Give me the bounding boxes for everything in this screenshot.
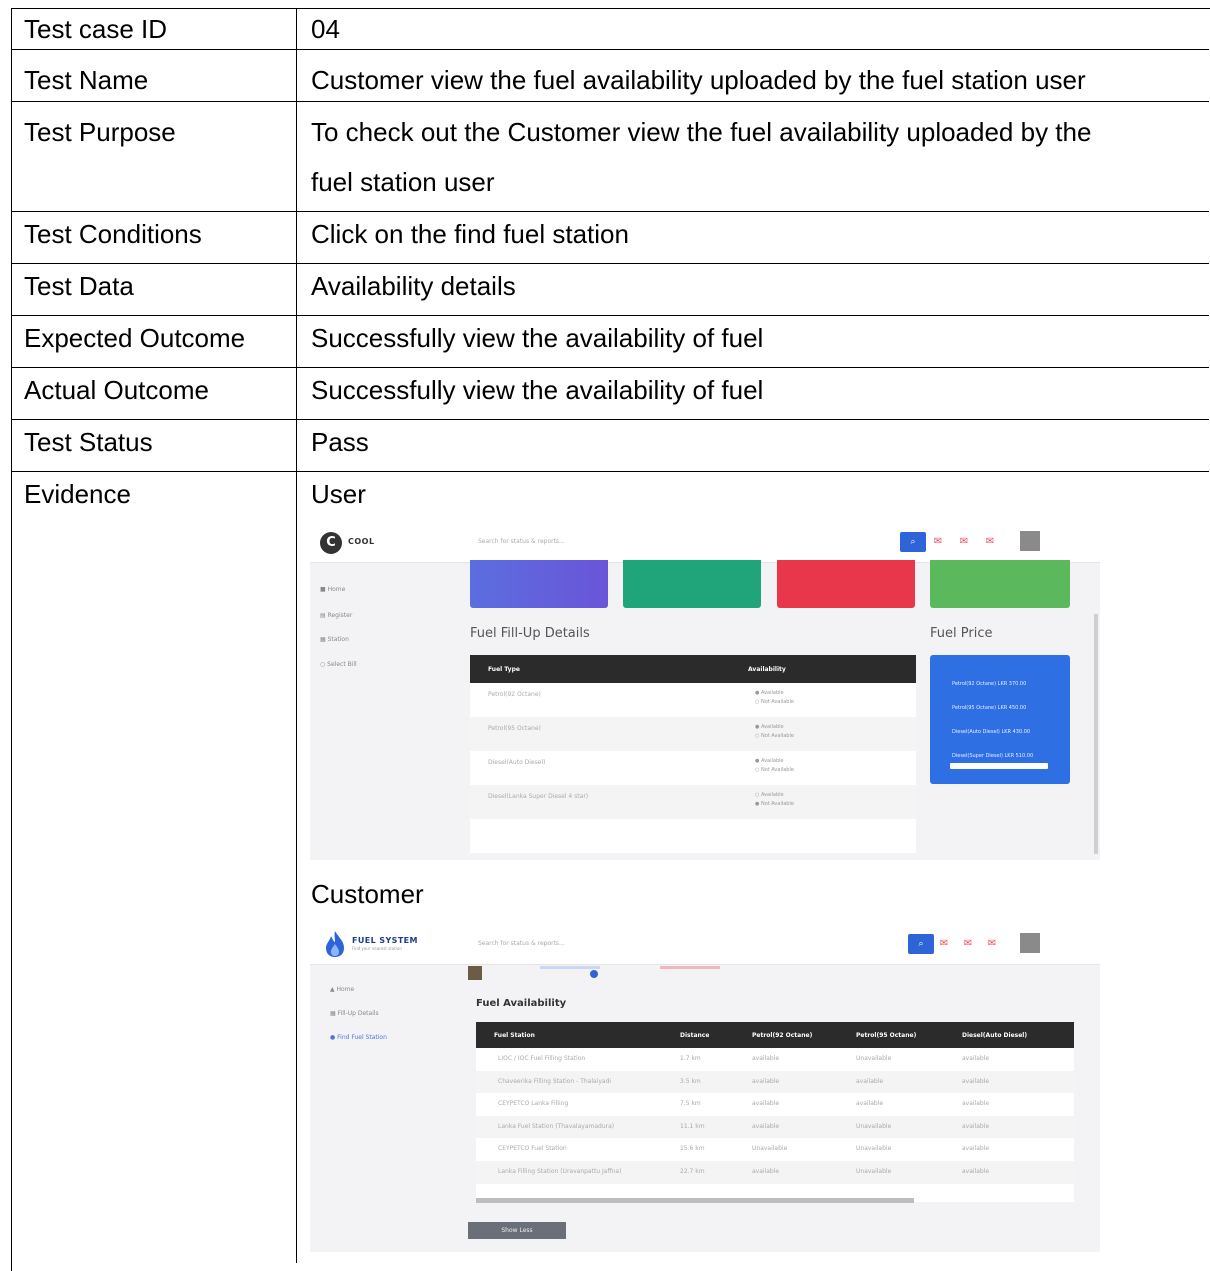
table-row: Lanka Filling Station (Uravanpattu Jaffn… [476, 1161, 1074, 1184]
sidebar-item-bill[interactable]: ○ Select Bill [320, 661, 357, 668]
row-divider [11, 49, 1209, 50]
fill-up-table: Fuel Type Availability Petrol(92 Octane)… [470, 655, 916, 853]
fuel-availability-title: Fuel Availability [476, 998, 567, 1009]
label-test-data: Test Data [24, 271, 134, 301]
search-icon: ⌕ [910, 537, 916, 547]
sidebar-item-home[interactable]: ■ Home [320, 586, 345, 593]
label-test-status: Test Status [24, 427, 153, 457]
value-expected-outcome: Successfully view the availability of fu… [311, 323, 764, 353]
radio-available[interactable]: ● Available [755, 690, 784, 696]
table-row: Diesel(Auto Diesel) ● Available ○ Not Av… [488, 758, 794, 773]
price-line: Petrol(95 Octane) LKR 450.00 [952, 705, 1027, 711]
table-header: Fuel Station Distance Petrol(92 Octane) … [476, 1022, 1074, 1048]
radio-not-available[interactable]: ○ Not Available [755, 767, 794, 773]
row-divider [11, 101, 1209, 102]
table-row: LIOC / IOC Fuel Filling Station 1.7 km ava… [498, 1055, 990, 1062]
app-logo: FUEL SYSTEM [352, 936, 418, 945]
radio-not-available[interactable]: ○ Not Available [755, 699, 794, 705]
search-input[interactable]: Search for status & reports... [470, 532, 898, 552]
sidebar-item-station[interactable]: ▦ Station [320, 636, 349, 643]
logo-icon: C [320, 532, 342, 554]
table-row: CEYPETCO Lanka Filling 7.5 km available ava… [498, 1100, 990, 1108]
alert-icon[interactable]: ✉ [986, 938, 998, 950]
stat-card-green [623, 560, 761, 608]
value-evidence-user: User [311, 479, 366, 509]
radio-not-available[interactable]: ● Not Available [755, 801, 794, 807]
table-row: Lanka Fuel Station (Thavalayamadura) 11.1… [476, 1115, 1074, 1139]
fuel-price-title: Fuel Price [930, 626, 993, 641]
price-line: Diesel(Auto Diesel) LKR 430.00 [952, 729, 1031, 735]
row-divider [11, 263, 1209, 264]
row-divider [11, 419, 1209, 420]
value-test-conditions: Click on the find fuel station [311, 219, 629, 249]
row-divider [11, 367, 1209, 368]
value-test-name: Customer view the fuel availability uplo… [311, 65, 1086, 95]
value-evidence-customer: Customer [311, 879, 424, 909]
value-test-data: Availability details [311, 271, 516, 301]
search-input[interactable]: Search for status & reports... [470, 934, 908, 954]
stat-card-red [777, 560, 915, 608]
table-row: Petrol(92 Octane) ● Available ○ Not Avai… [488, 690, 794, 705]
price-line: Diesel(Super Diesel) LKR 510.00 [952, 753, 1034, 759]
show-less-button[interactable]: Show Less [468, 1222, 566, 1239]
row-divider [11, 315, 1209, 316]
radio-available[interactable]: ● Available [755, 724, 784, 730]
label-test-conditions: Test Conditions [24, 219, 202, 249]
price-update-button[interactable] [950, 763, 1048, 769]
map-pin-icon[interactable] [590, 970, 598, 978]
flame-logo-icon [326, 931, 344, 957]
table-row: Chaveerika Filling Station - Thalaiyadi 3… [476, 1070, 1074, 1094]
customer-topbar: FUEL SYSTEM Find your nearest station Se… [310, 926, 1100, 965]
radio-available[interactable]: ○ Available [755, 792, 784, 798]
row-divider [11, 471, 1209, 472]
table-header: Fuel Type Availability [470, 655, 916, 683]
map-strip [460, 964, 770, 980]
row-divider [11, 211, 1209, 212]
table-row: Petrol(95 Octane) ● Available ○ Not Avai… [470, 717, 916, 751]
horizontal-scrollbar[interactable] [476, 1198, 914, 1203]
value-actual-outcome: Successfully view the availability of fu… [311, 375, 764, 405]
user-screenshot: C COOL Search for status & reports... ⌕ … [310, 524, 1100, 860]
alert-icon[interactable]: ✉ [984, 536, 996, 548]
table-row: CEYPETCO Fuel Station 15.6 km Unavailable U… [498, 1145, 990, 1153]
label-test-case-id: Test case ID [24, 14, 168, 44]
label-actual-outcome: Actual Outcome [24, 375, 209, 405]
search-icon: ⌕ [918, 939, 924, 949]
app-logo: COOL [348, 537, 375, 546]
fuel-price-card: Petrol(92 Octane) LKR 370.00 Petrol(95 O… [930, 655, 1070, 784]
message-icon[interactable]: ✉ [958, 536, 970, 548]
search-button[interactable]: ⌕ [908, 934, 934, 954]
stat-card-lime [930, 560, 1070, 608]
scrollbar[interactable] [1094, 614, 1098, 854]
radio-not-available[interactable]: ○ Not Available [755, 733, 794, 739]
search-button[interactable]: ⌕ [900, 532, 926, 552]
customer-screenshot: FUEL SYSTEM Find your nearest station Se… [310, 926, 1100, 1252]
sidebar-item-register[interactable]: ▤ Register [320, 612, 352, 619]
label-test-name: Test Name [24, 65, 149, 95]
radio-available[interactable]: ● Available [755, 758, 784, 764]
label-test-purpose: Test Purpose [24, 117, 176, 147]
availability-table: Fuel Station Distance Petrol(92 Octane) … [476, 1022, 1074, 1202]
sidebar-item-fill-up[interactable]: ▦ Fill-Up Details [330, 1010, 379, 1017]
stat-card-purple [470, 560, 608, 608]
notification-icon[interactable]: ✉ [938, 938, 950, 950]
sidebar-item-home[interactable]: ▲ Home [330, 986, 354, 993]
table-row: Diesel(Lanka Super Diesel 4 star) ○ Avai… [470, 785, 916, 819]
column-divider [296, 8, 297, 1263]
value-test-purpose-line2: fuel station user [311, 167, 495, 197]
app-logo-subtitle: Find your nearest station [352, 946, 402, 951]
price-line: Petrol(92 Octane) LKR 370.00 [952, 681, 1027, 687]
fill-up-title: Fuel Fill-Up Details [470, 626, 590, 641]
label-evidence: Evidence [24, 479, 131, 509]
value-test-case-id: 04 [311, 14, 340, 44]
value-test-purpose-line1: To check out the Customer view the fuel … [311, 117, 1092, 147]
sidebar-item-find-station[interactable]: ● Find Fuel Station [330, 1034, 387, 1041]
value-test-status: Pass [311, 427, 369, 457]
avatar[interactable] [1020, 531, 1040, 551]
avatar[interactable] [1020, 933, 1040, 953]
notification-icon[interactable]: ✉ [932, 536, 944, 548]
user-topbar: C COOL Search for status & reports... ⌕ … [310, 524, 1100, 563]
label-expected-outcome: Expected Outcome [24, 323, 246, 353]
message-icon[interactable]: ✉ [962, 938, 974, 950]
